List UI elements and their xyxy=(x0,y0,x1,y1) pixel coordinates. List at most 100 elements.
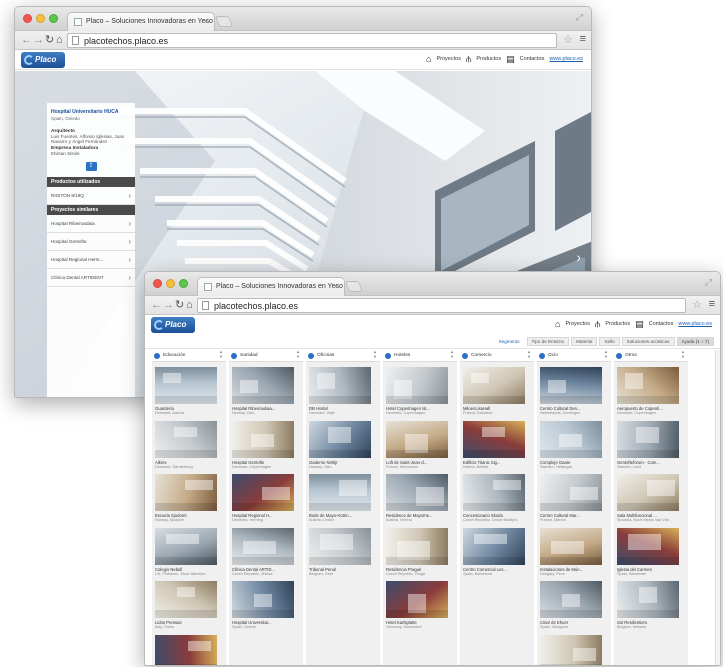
product-item[interactable]: RIGITON 8/18Q › xyxy=(47,187,135,206)
project-card[interactable]: Aeropuerto de Copenh... Denmark, Copenhag… xyxy=(617,367,685,416)
project-card[interactable]: Gaderne Nörkjr Norway, Oslo xyxy=(309,420,377,470)
similar-item[interactable]: Hospital Ribeiroadaia › xyxy=(47,215,135,234)
sort-arrows-icon[interactable]: ▲ ▼ xyxy=(527,349,531,359)
project-card[interactable]: Guardería Denmark, Aarhus xyxy=(155,367,223,416)
project-card[interactable]: Alkrex Denmark, Sønderborg xyxy=(155,420,223,470)
project-card[interactable]: Sol Resilientiem Belgium, Antwerp xyxy=(617,581,685,630)
browser-tab[interactable]: Placo – Soluciones Innovadoras en Yeso × xyxy=(197,277,345,296)
project-thumbnail[interactable] xyxy=(463,474,525,512)
project-thumbnail[interactable] xyxy=(540,581,602,619)
project-thumbnail[interactable] xyxy=(540,420,602,458)
nav-productos[interactable]: Productos xyxy=(605,321,630,327)
column-header[interactable]: Hoteles ▲ ▼ xyxy=(383,349,457,362)
reload-icon[interactable]: ↻ xyxy=(45,33,54,47)
bookmark-star-icon[interactable]: ☆ xyxy=(692,298,702,311)
sort-arrows-icon[interactable]: ▲ ▼ xyxy=(681,349,685,359)
close-window-icon[interactable] xyxy=(153,279,162,288)
project-card[interactable]: Centro Comercial Lex... Spain, Barcelona xyxy=(463,527,531,577)
project-thumbnail[interactable] xyxy=(386,527,448,565)
filter-tipo-entorno[interactable]: Tipo de Entorno xyxy=(526,337,570,346)
project-thumbnail[interactable] xyxy=(155,581,217,619)
project-thumbnail[interactable] xyxy=(232,581,294,619)
sort-arrows-icon[interactable]: ▲ ▼ xyxy=(296,349,300,359)
project-thumbnail[interactable] xyxy=(386,367,448,404)
project-thumbnail[interactable] xyxy=(155,420,217,458)
project-card[interactable]: Instalaciones de Mún... Hungary, Pécs xyxy=(540,527,608,577)
home-icon[interactable]: ⌂ xyxy=(56,33,63,47)
project-card[interactable]: Complejo Gaare Sweden, Helsingør xyxy=(540,420,608,470)
sort-arrows-icon[interactable]: ▲ ▼ xyxy=(604,349,608,359)
project-card[interactable]: MiloenLisaHall Poland, Katowice xyxy=(463,367,531,416)
placo-logo[interactable]: Placo xyxy=(151,317,195,333)
nav-external-link[interactable]: www.placo.es xyxy=(678,321,712,327)
reload-icon[interactable]: ↻ xyxy=(175,298,184,312)
column-header[interactable]: Oficinas ▲ ▼ xyxy=(306,349,380,362)
project-card[interactable]: Hotel Karlsplatte Germany, Düsseldorf xyxy=(386,581,454,630)
project-card[interactable]: DB Hostel Denmark, Vejle xyxy=(309,367,377,416)
project-thumbnail[interactable] xyxy=(155,367,217,404)
sort-arrows-icon[interactable]: ▲ ▼ xyxy=(373,349,377,359)
scrollbar[interactable] xyxy=(715,350,720,665)
project-card[interactable]: Bode de Mayo-Hotrin... Austria, Linden xyxy=(309,474,377,523)
project-thumbnail[interactable] xyxy=(540,474,602,512)
filter-material[interactable]: Material xyxy=(571,337,598,346)
sort-arrows-icon[interactable]: ▲ ▼ xyxy=(219,349,223,359)
address-bar[interactable]: placotechos.placo.es xyxy=(67,33,557,48)
project-card[interactable]: Escuela Sjodoret Norway, Sjodoret xyxy=(155,474,223,523)
project-card[interactable]: Hospital Regional H... Denmark, Herning xyxy=(232,474,300,523)
project-card[interactable]: Edificio Titanic Sig... Ireland, Belfast xyxy=(463,420,531,470)
back-arrow-icon[interactable]: ← xyxy=(21,33,32,47)
filter-soluciones-acusticas[interactable]: Soluciones acústicas xyxy=(621,337,675,346)
filter-ayuda[interactable]: Ayuda (1 ÷ 7) xyxy=(676,337,714,346)
project-thumbnail[interactable] xyxy=(386,474,448,512)
minimize-window-icon[interactable] xyxy=(166,279,175,288)
project-thumbnail[interactable] xyxy=(463,527,525,565)
sort-arrows-icon[interactable]: ▲ ▼ xyxy=(450,349,454,359)
nav-proyectos[interactable]: Proyectos xyxy=(565,321,589,327)
project-thumbnail[interactable] xyxy=(617,420,679,458)
bookmark-star-icon[interactable]: ☆ xyxy=(563,33,573,46)
project-thumbnail[interactable] xyxy=(463,367,525,404)
project-card[interactable]: Centro Cultural Den... Netherlands, Groni… xyxy=(540,367,608,416)
new-tab-button[interactable] xyxy=(344,281,364,292)
project-card[interactable]: Residencia Pragué Czech Republic, Praga xyxy=(386,527,454,577)
project-card[interactable]: Loft de Saint-Jean-d... France, Mormoiron xyxy=(386,420,454,470)
project-card[interactable]: Iglesia del Carmen Spain, Santander xyxy=(617,527,685,577)
project-thumbnail[interactable] xyxy=(309,474,371,512)
project-thumbnail[interactable] xyxy=(386,581,448,619)
project-card[interactable]: Gentofteforum - Com... Sweden, Lund xyxy=(617,420,685,470)
project-thumbnail[interactable] xyxy=(617,527,679,565)
column-header[interactable]: Otros ▲ ▼ xyxy=(614,349,688,362)
nav-external-link[interactable]: www.placo.es xyxy=(549,56,583,62)
project-thumbnail[interactable] xyxy=(540,527,602,565)
similar-item[interactable]: Hospital Gentofte › xyxy=(47,233,135,252)
project-thumbnail[interactable] xyxy=(617,474,679,512)
fullscreen-icon[interactable]: ⤢ xyxy=(576,12,583,23)
project-card[interactable]: Centro Cultural Mar... France, Maroni xyxy=(540,474,608,523)
project-thumbnail[interactable] xyxy=(309,527,371,565)
project-thumbnail[interactable] xyxy=(309,420,371,458)
project-card[interactable]: Hospital Universitar... Spain, Oviedo xyxy=(232,581,300,630)
project-thumbnail[interactable] xyxy=(232,420,294,458)
project-card[interactable]: Tribunal Penal Belgium, Gent xyxy=(309,527,377,577)
tab-close-icon[interactable]: × xyxy=(333,278,338,296)
project-card[interactable]: Cinar de Ehuer Spain, Zaragoza xyxy=(540,581,608,630)
project-thumbnail[interactable] xyxy=(232,474,294,512)
project-thumbnail[interactable] xyxy=(617,581,679,619)
project-thumbnail[interactable] xyxy=(540,634,602,665)
nav-proyectos[interactable]: Proyectos xyxy=(436,56,460,62)
browser-menu-icon[interactable]: ≡ xyxy=(709,298,715,310)
project-card[interactable] xyxy=(155,634,223,665)
column-header[interactable]: Ocio ▲ ▼ xyxy=(537,349,611,362)
project-thumbnail[interactable] xyxy=(155,474,217,512)
placo-logo[interactable]: Placo xyxy=(21,52,65,68)
project-card[interactable]: Clínica Dental ARTID... Czech Republic, J… xyxy=(232,527,300,577)
project-card[interactable]: Lidos Prensas Italy, Torino xyxy=(155,581,223,630)
project-card[interactable]: Hotel Copenhagen Isl... Denmark, Copenhag… xyxy=(386,367,454,416)
filter-segmento[interactable]: Segmento xyxy=(493,337,525,346)
project-card[interactable] xyxy=(540,634,608,665)
project-thumbnail[interactable] xyxy=(386,420,448,458)
project-card[interactable]: Residence de Mayorne... Austria, Vienna xyxy=(386,474,454,523)
project-thumbnail[interactable] xyxy=(463,420,525,458)
tab-close-icon[interactable]: × xyxy=(203,13,208,31)
